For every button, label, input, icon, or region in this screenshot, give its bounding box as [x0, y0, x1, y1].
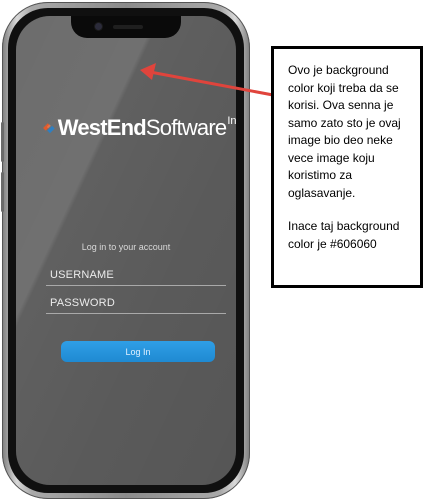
- annotation-note: Ovo je background color koji treba da se…: [271, 46, 423, 288]
- annotation-paragraph-2: Inace taj background color je #606060: [288, 219, 400, 251]
- annotation-paragraph-1: Ovo je background color koji treba da se…: [288, 63, 401, 200]
